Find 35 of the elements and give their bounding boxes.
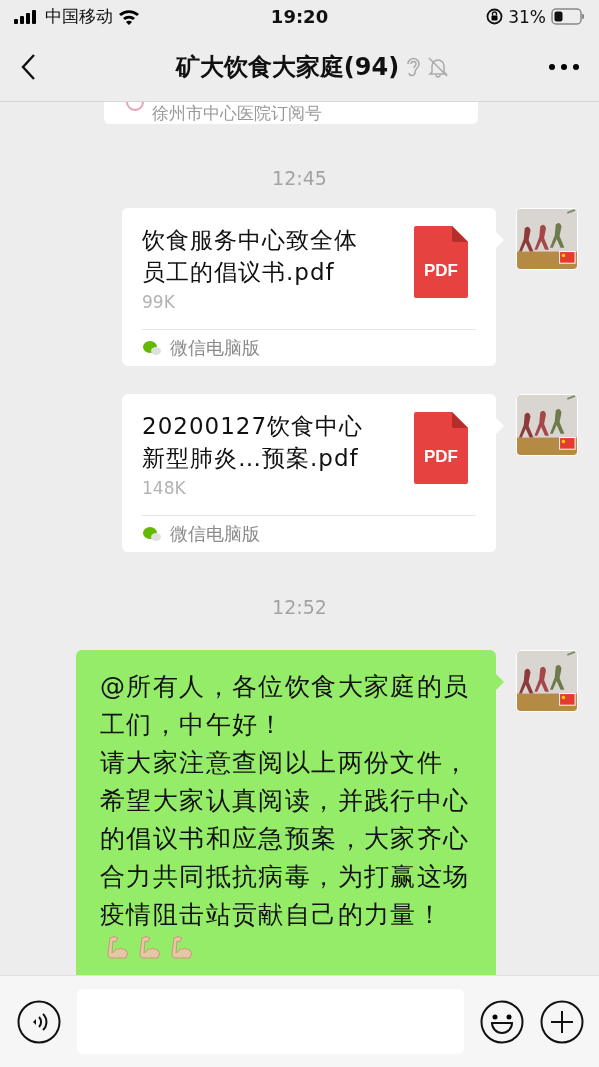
source-label: 微信电脑版 — [170, 522, 260, 546]
back-icon — [20, 53, 36, 81]
carrier-name: 中国移动 — [45, 5, 113, 28]
file-name: 20200127饮食中心新型肺炎…预案.pdf — [142, 412, 365, 473]
battery-percent: 31% — [508, 6, 546, 27]
message-time: 12:52 — [272, 595, 327, 620]
more-icon — [549, 64, 579, 70]
ear-icon — [405, 56, 422, 78]
voice-button[interactable] — [17, 999, 61, 1044]
pdf-file-icon: PDF — [414, 226, 468, 298]
more-button[interactable] — [549, 64, 579, 70]
file-size: 148K — [142, 478, 187, 498]
file-name: 饮食服务中心致全体员工的倡议书.pdf — [142, 226, 359, 287]
wechat-icon — [142, 526, 162, 542]
wechat-icon — [142, 340, 162, 356]
account-name: 徐州市中心医院订阅号 — [152, 102, 322, 124]
pdf-file-icon: PDF — [414, 412, 468, 484]
chat-title: 矿大饮食大家庭(94) — [175, 52, 400, 83]
rotation-lock-icon — [486, 8, 504, 25]
account-logo-icon — [126, 102, 144, 114]
back-button[interactable] — [20, 53, 36, 81]
plus-button[interactable] — [540, 999, 584, 1044]
wifi-icon — [118, 8, 140, 25]
battery-icon — [551, 8, 585, 25]
clock-time: 19:20 — [270, 6, 329, 27]
plus-icon — [540, 999, 584, 1044]
file-size: 99K — [142, 292, 176, 312]
smiley-icon — [480, 999, 524, 1044]
emoji-button[interactable] — [480, 999, 524, 1044]
voice-icon — [17, 999, 61, 1044]
source-label: 微信电脑版 — [170, 336, 260, 360]
message-time: 12:45 — [272, 166, 327, 191]
message-text: 请大家注意查阅以上两份文件，希望大家认真阅读，并践行中心的倡议书和应急预案，大家齐心合力共同抵抗病毒，为打赢这场疫情阻击站贡献自己的力量！ — [100, 748, 470, 929]
message-text: @所有人，各位饮食大家庭的员工们，中午好！ — [100, 671, 471, 741]
mute-bell-icon — [427, 56, 450, 78]
